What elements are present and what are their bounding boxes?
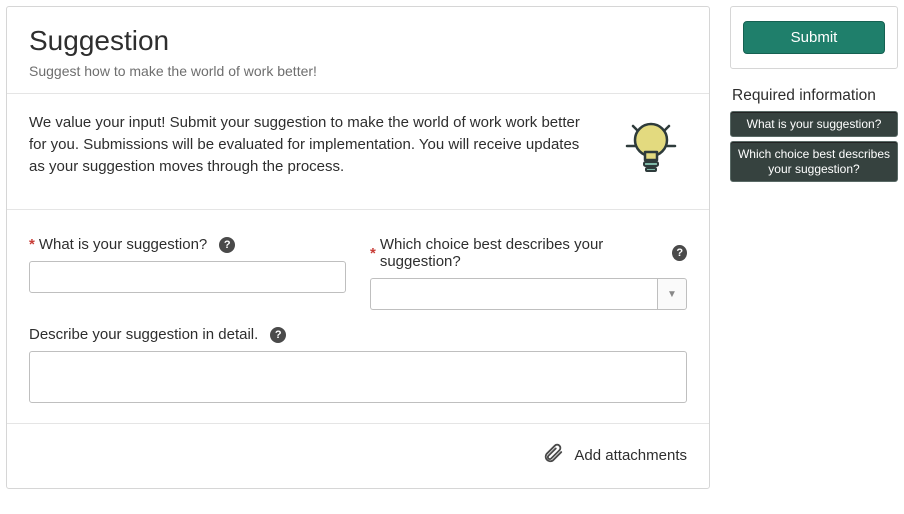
detail-label-line: Describe your suggestion in detail. ? <box>29 326 687 343</box>
lightbulb-icon <box>623 112 687 185</box>
required-info: Required information What is your sugges… <box>730 87 898 186</box>
required-link-choice[interactable]: Which choice best describes your suggest… <box>730 141 898 182</box>
detail-field: Describe your suggestion in detail. ? <box>29 326 687 403</box>
choice-select-value[interactable] <box>370 278 657 310</box>
help-icon[interactable]: ? <box>219 237 235 253</box>
suggestion-label-line: * What is your suggestion? ? <box>29 236 346 253</box>
help-icon[interactable]: ? <box>270 327 286 343</box>
help-icon[interactable]: ? <box>672 245 687 261</box>
required-info-title: Required information <box>732 87 898 105</box>
choice-select[interactable]: ▼ <box>370 278 687 310</box>
choice-label-line: * Which choice best describes your sugge… <box>370 236 687 270</box>
detail-textarea[interactable] <box>29 351 687 403</box>
attachments-row: Add attachments <box>7 424 709 488</box>
add-attachments-link[interactable]: Add attachments <box>542 442 687 468</box>
add-attachments-label: Add attachments <box>574 447 687 464</box>
sidebar: Submit Required information What is your… <box>730 6 898 186</box>
form-fields: * What is your suggestion? ? * Which cho… <box>7 210 709 424</box>
form-header: Suggestion Suggest how to make the world… <box>7 7 709 94</box>
submit-card: Submit <box>730 6 898 69</box>
chevron-down-icon[interactable]: ▼ <box>657 278 687 310</box>
page-subtitle: Suggest how to make the world of work be… <box>29 63 687 79</box>
suggestion-form-card: Suggestion Suggest how to make the world… <box>6 6 710 489</box>
required-star: * <box>370 245 376 262</box>
suggestion-field: * What is your suggestion? ? <box>29 236 346 310</box>
paperclip-icon <box>542 442 564 468</box>
choice-label: Which choice best describes your suggest… <box>380 236 661 270</box>
page-title: Suggestion <box>29 25 687 57</box>
suggestion-label: What is your suggestion? <box>39 236 207 253</box>
required-star: * <box>29 236 35 253</box>
suggestion-input[interactable] <box>29 261 346 293</box>
intro-section: We value your input! Submit your suggest… <box>7 94 709 210</box>
required-link-suggestion[interactable]: What is your suggestion? <box>730 111 898 137</box>
choice-field: * Which choice best describes your sugge… <box>370 236 687 310</box>
submit-button[interactable]: Submit <box>743 21 885 54</box>
intro-text: We value your input! Submit your suggest… <box>29 112 599 177</box>
detail-label: Describe your suggestion in detail. <box>29 326 258 343</box>
